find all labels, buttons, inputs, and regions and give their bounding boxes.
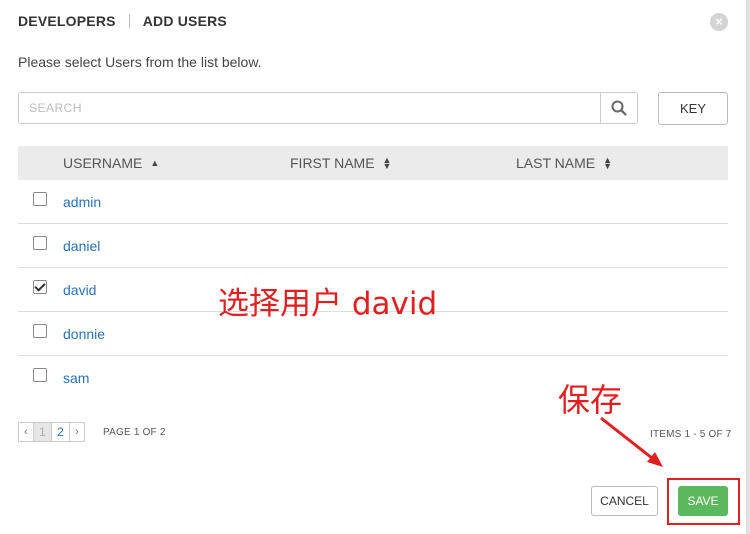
prev-page-button[interactable]: ‹ (18, 422, 34, 442)
username-link[interactable]: david (63, 282, 96, 298)
page-1-button[interactable]: 1 (33, 422, 52, 442)
save-highlight-box (667, 478, 740, 525)
cancel-button[interactable]: CANCEL (591, 486, 658, 516)
column-first-name[interactable]: FIRST NAME ▲ ▼ (290, 155, 391, 171)
pagination: ‹ 1 2 › (18, 422, 85, 442)
column-username[interactable]: USERNAME ▲ (63, 155, 159, 171)
username-link[interactable]: daniel (63, 238, 100, 254)
sort-asc-icon: ▲ (150, 158, 160, 168)
page-info: PAGE 1 OF 2 (103, 427, 166, 438)
username-link[interactable]: sam (63, 370, 89, 386)
sort-icon: ▲ ▼ (603, 155, 613, 171)
table-row: daniel (18, 224, 728, 268)
breadcrumb-developers: DEVELOPERS (18, 13, 116, 29)
username-link[interactable]: donnie (63, 326, 105, 342)
row-checkbox[interactable] (33, 236, 47, 250)
search-input[interactable] (19, 93, 600, 123)
page-2-button[interactable]: 2 (51, 422, 70, 442)
row-checkbox[interactable] (33, 324, 47, 338)
row-checkbox-checked[interactable] (33, 280, 47, 294)
sort-icon: ▲ ▼ (382, 155, 392, 171)
close-icon[interactable]: × (710, 13, 728, 31)
table-row: admin (18, 180, 728, 224)
breadcrumb-separator (128, 14, 130, 28)
search-icon (611, 100, 627, 116)
annotation-arrow-icon (600, 416, 663, 467)
window-edge (746, 0, 750, 534)
row-checkbox[interactable] (33, 192, 47, 206)
table-header: USERNAME ▲ FIRST NAME ▲ ▼ LAST NAME ▲ ▼ (18, 146, 728, 180)
annotation-select-user: 选择用户 david (218, 286, 438, 322)
search-bar (18, 92, 638, 124)
username-link[interactable]: admin (63, 194, 101, 210)
column-last-name[interactable]: LAST NAME ▲ ▼ (516, 155, 612, 171)
row-checkbox[interactable] (33, 368, 47, 382)
dialog-title: ADD USERS (142, 13, 227, 29)
dialog-header: DEVELOPERS ADD USERS (18, 13, 227, 29)
search-button[interactable] (600, 93, 637, 123)
instructions-text: Please select Users from the list below. (18, 54, 262, 70)
key-button[interactable]: KEY (658, 92, 728, 125)
next-page-button[interactable]: › (69, 422, 85, 442)
